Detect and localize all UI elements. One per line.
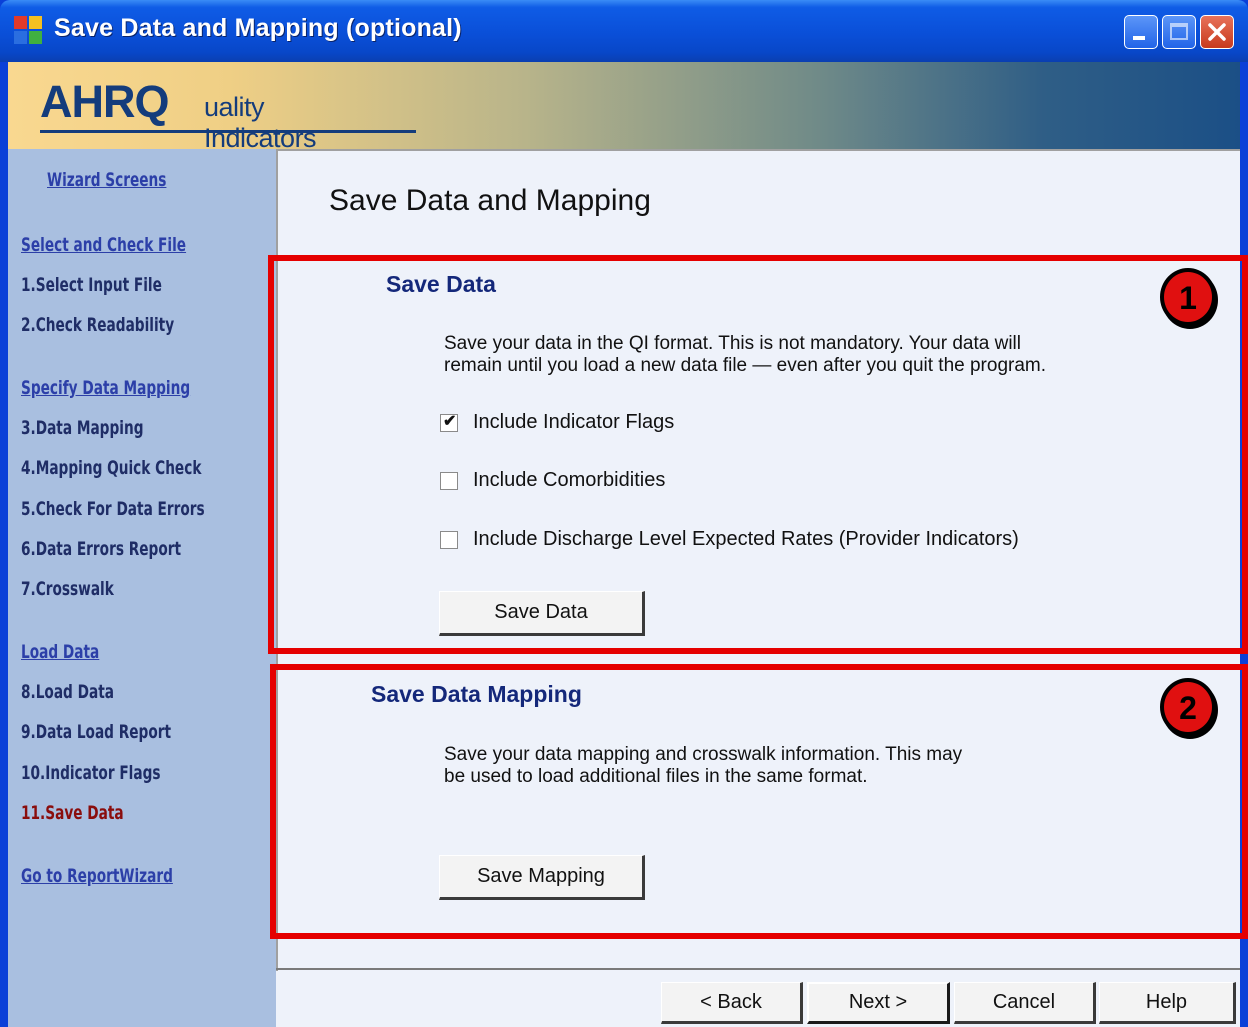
badge-number: 1 bbox=[1179, 280, 1197, 316]
app-icon bbox=[14, 16, 44, 46]
maximize-button[interactable] bbox=[1162, 15, 1196, 49]
next-button[interactable]: Next > bbox=[807, 982, 950, 1024]
logo-sub-text: uality Indicators bbox=[204, 92, 317, 153]
page-title: Save Data and Mapping bbox=[329, 184, 651, 217]
panel-border bbox=[276, 968, 1240, 970]
close-button[interactable] bbox=[1200, 15, 1234, 49]
save-data-highlight-box bbox=[268, 255, 1248, 654]
sidebar-group-select-check-file[interactable]: Select and Check File bbox=[21, 234, 186, 256]
sidebar-group-specify-data-mapping[interactable]: Specify Data Mapping bbox=[21, 377, 190, 399]
sidebar-item-check-readability[interactable]: 2.Check Readability bbox=[21, 314, 174, 336]
description-line: be used to load additional files in the … bbox=[444, 766, 868, 787]
sidebar-item-indicator-flags[interactable]: 10.Indicator Flags bbox=[21, 762, 161, 784]
window-title: Save Data and Mapping (optional) bbox=[54, 14, 462, 42]
save-data-title: Save Data bbox=[386, 271, 496, 297]
cancel-button[interactable]: Cancel bbox=[954, 982, 1096, 1024]
panel-border bbox=[276, 149, 1240, 151]
title-bar[interactable]: Save Data and Mapping (optional) bbox=[0, 0, 1248, 62]
sidebar-header-wizard-screens[interactable]: Wizard Screens bbox=[47, 169, 166, 191]
logo-main-text: AHRQ bbox=[40, 76, 169, 127]
step-badge-1: 1 bbox=[1160, 268, 1216, 326]
option-label: Include Comorbidities bbox=[473, 469, 666, 491]
comorbidities-checkbox[interactable] bbox=[440, 472, 458, 490]
wizard-window: Save Data and Mapping (optional) AHRQ ua… bbox=[0, 0, 1248, 1027]
sidebar-item-data-load-report[interactable]: 9.Data Load Report bbox=[21, 721, 171, 743]
expected-rates-checkbox[interactable] bbox=[440, 531, 458, 549]
sidebar-item-save-data-current[interactable]: 11.Save Data bbox=[21, 802, 124, 824]
description-line: Save your data mapping and crosswalk inf… bbox=[444, 744, 963, 765]
report-wizard-link[interactable]: Go to ReportWizard bbox=[21, 865, 173, 887]
step-badge-2: 2 bbox=[1160, 678, 1216, 736]
sidebar-item-data-errors-report[interactable]: 6.Data Errors Report bbox=[21, 538, 181, 560]
save-mapping-button[interactable]: Save Mapping bbox=[439, 855, 645, 900]
save-mapping-title: Save Data Mapping bbox=[371, 681, 582, 707]
sidebar-item-check-data-errors[interactable]: 5.Check For Data Errors bbox=[21, 498, 205, 520]
save-mapping-description: Save your data mapping and crosswalk inf… bbox=[444, 744, 962, 788]
product-banner: AHRQ uality Indicators bbox=[8, 62, 1240, 153]
description-line: remain until you load a new data file — … bbox=[444, 355, 1047, 376]
wizard-sidebar: Wizard Screens Select and Check File 1.S… bbox=[8, 149, 276, 1027]
help-button[interactable]: Help bbox=[1099, 982, 1236, 1024]
save-data-description: Save your data in the QI format. This is… bbox=[444, 333, 1046, 377]
sidebar-group-load-data[interactable]: Load Data bbox=[21, 641, 99, 663]
logo-underline bbox=[40, 130, 416, 133]
option-label: Include Indicator Flags bbox=[473, 411, 675, 433]
sidebar-item-select-input-file[interactable]: 1.Select Input File bbox=[21, 274, 162, 296]
minimize-icon bbox=[1133, 36, 1145, 40]
maximize-icon bbox=[1170, 23, 1188, 40]
back-button[interactable]: < Back bbox=[661, 982, 803, 1024]
close-icon bbox=[1208, 23, 1226, 41]
sidebar-item-crosswalk[interactable]: 7.Crosswalk bbox=[21, 578, 114, 600]
indicator-flags-checkbox[interactable]: ✔ bbox=[440, 413, 458, 432]
checkmark-icon: ✔ bbox=[443, 413, 457, 430]
badge-number: 2 bbox=[1179, 690, 1197, 726]
save-data-button[interactable]: Save Data bbox=[439, 591, 645, 636]
description-line: Save your data in the QI format. This is… bbox=[444, 333, 1021, 354]
sidebar-item-load-data[interactable]: 8.Load Data bbox=[21, 681, 114, 703]
sidebar-item-data-mapping[interactable]: 3.Data Mapping bbox=[21, 417, 143, 439]
option-label: Include Discharge Level Expected Rates (… bbox=[473, 528, 1019, 550]
minimize-button[interactable] bbox=[1124, 15, 1158, 49]
sidebar-item-mapping-quick-check[interactable]: 4.Mapping Quick Check bbox=[21, 457, 201, 479]
